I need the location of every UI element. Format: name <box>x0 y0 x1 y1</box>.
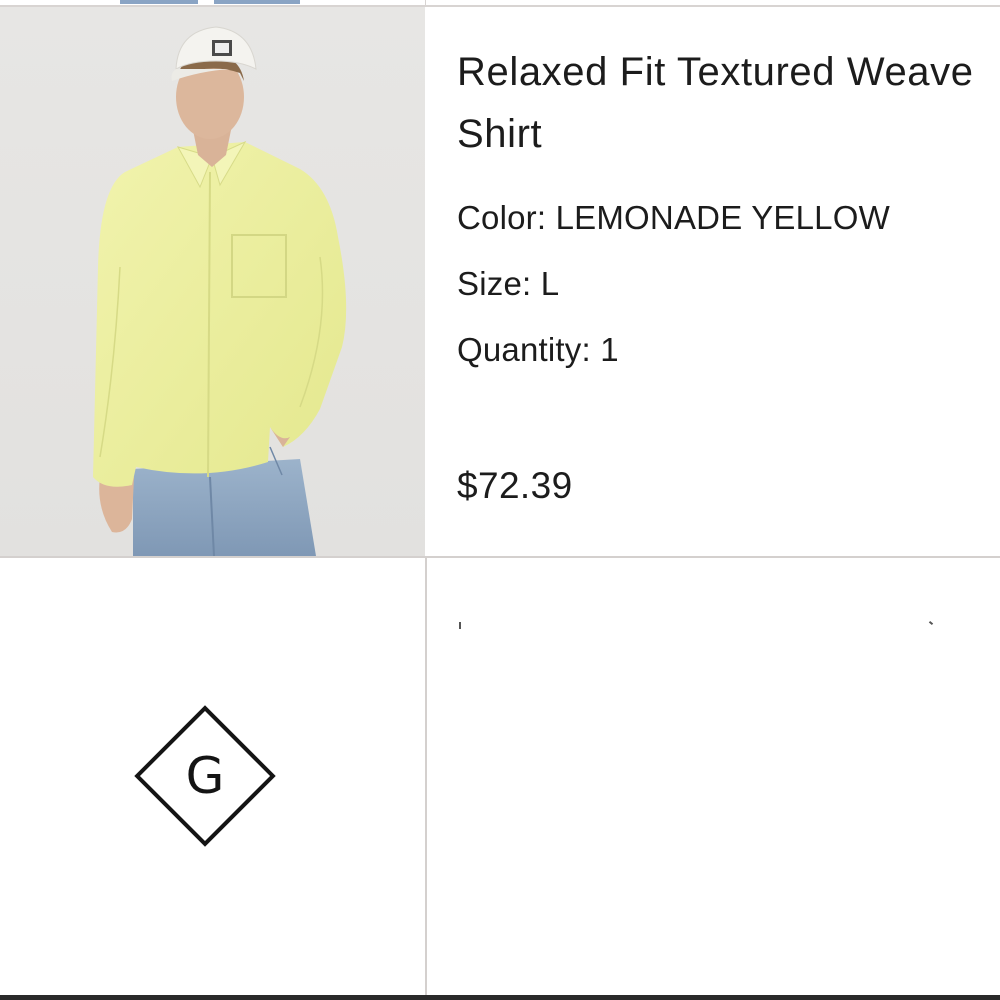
product-size: Size: L <box>457 265 559 303</box>
color-value: LEMONADE YELLOW <box>555 199 890 236</box>
size-value: L <box>540 265 560 302</box>
product-price: $72.39 <box>457 465 573 506</box>
product-photo-illustration <box>93 26 347 556</box>
quantity-label: Quantity: <box>457 331 591 368</box>
empty-cell <box>427 558 1000 995</box>
product-color: Color: LEMONADE YELLOW <box>457 199 890 237</box>
jeans-fragment <box>120 0 198 4</box>
product-details: Relaxed Fit Textured Weave Shirt Color: … <box>426 7 1000 556</box>
quantity-value: 1 <box>600 331 619 368</box>
color-label: Color: <box>457 199 547 236</box>
product-image[interactable] <box>0 7 425 556</box>
column-divider <box>425 0 426 6</box>
logo-letter: G <box>185 747 225 805</box>
speck-mark <box>928 620 934 626</box>
product-title[interactable]: Relaxed Fit Textured Weave Shirt <box>457 41 977 165</box>
jeans-fragment <box>214 0 300 4</box>
size-label: Size: <box>457 265 532 302</box>
product-quantity: Quantity: 1 <box>457 331 619 369</box>
diamond-g-logo-icon: G <box>134 705 276 847</box>
speck-mark <box>459 622 461 629</box>
brand-logo-cell: G <box>0 558 425 995</box>
bottom-border <box>0 995 1000 1000</box>
order-summary-page: Relaxed Fit Textured Weave Shirt Color: … <box>0 0 1000 1000</box>
